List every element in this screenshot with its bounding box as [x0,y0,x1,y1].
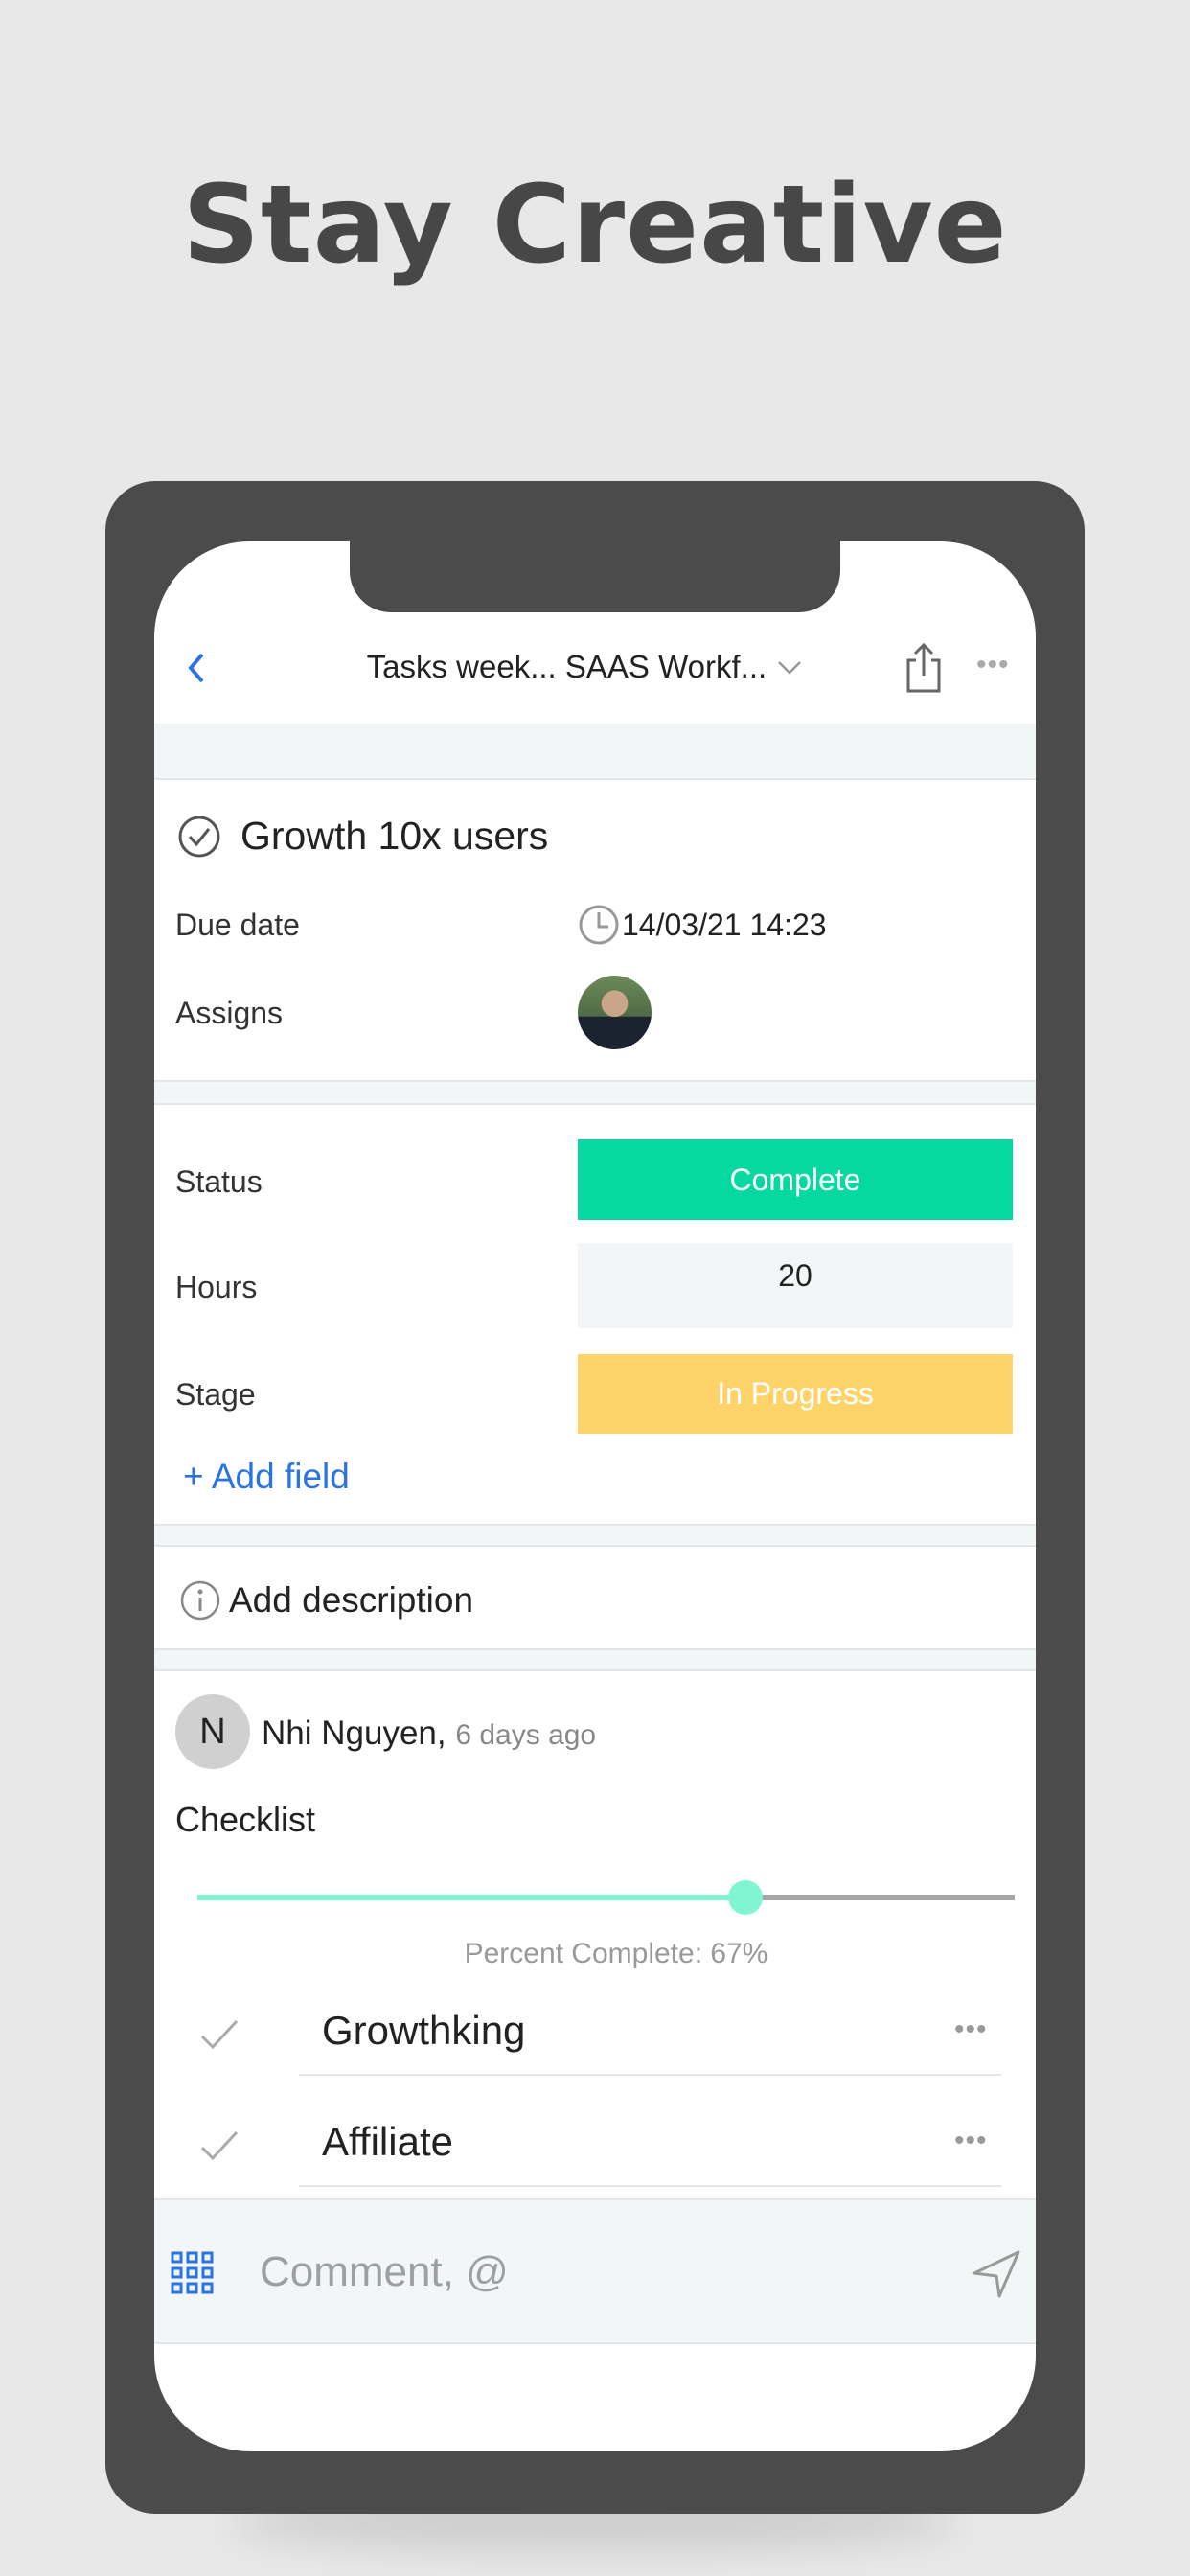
due-date-value[interactable]: 14/03/21 14:23 [622,908,827,943]
check-icon[interactable] [198,2015,240,2054]
stage-label: Stage [175,1377,256,1412]
separator [154,1648,1036,1671]
checklist-item-label: Growthking [322,2008,526,2053]
more-icon[interactable]: ••• [954,2125,988,2157]
checklist-item[interactable]: Growthking ••• [154,1989,1036,2094]
task-title[interactable]: Growth 10x users [240,814,548,859]
comment-bar [154,2198,1036,2344]
send-icon[interactable] [971,2248,1022,2300]
percent-complete-text: Percent Complete: 67% [464,1938,768,1969]
add-description-button[interactable]: Add description [229,1580,473,1621]
progress-knob[interactable] [727,1880,763,1915]
separator [154,1524,1036,1547]
status-label: Status [175,1164,263,1199]
divider [299,2074,1001,2076]
more-icon[interactable]: ••• [976,649,1010,681]
header-band [154,724,1036,780]
phone-notch [350,518,840,612]
progress-fill [197,1895,745,1900]
checklist-title: Checklist [175,1800,316,1839]
share-icon[interactable] [903,641,945,695]
comment-meta: Nhi Nguyen, 6 days ago [262,1714,596,1753]
assigns-label: Assigns [175,996,284,1030]
due-date-label: Due date [175,908,300,942]
info-icon [180,1580,220,1621]
status-value[interactable]: Complete [578,1139,1013,1220]
clock-icon [579,905,619,945]
comment-input[interactable] [260,2239,873,2306]
checklist-item-label: Affiliate [322,2119,453,2164]
check-circle-icon[interactable] [177,815,221,859]
stage-value[interactable]: In Progress [578,1354,1013,1434]
comment-time: 6 days ago [455,1719,597,1751]
author-avatar: N [175,1694,250,1769]
headline: Stay Creative [182,163,1008,288]
hours-value[interactable]: 20 [578,1243,1013,1328]
header-title: Tasks week... SAAS Workf... [366,649,767,684]
apps-grid-icon[interactable] [170,2250,216,2296]
hours-label: Hours [175,1270,258,1304]
app-screen: Tasks week... SAAS Workf... ••• Growth 1… [154,541,1036,2451]
progress-track [197,1880,1015,1915]
divider [299,2185,1001,2187]
chevron-down-icon [778,661,802,675]
separator [154,1080,1036,1105]
check-icon[interactable] [198,2127,240,2165]
author-name: Nhi Nguyen, [262,1714,446,1752]
assignee-avatar[interactable] [578,976,652,1049]
checklist-item[interactable]: Affiliate ••• [154,2100,1036,2205]
add-field-button[interactable]: + Add field [183,1457,350,1497]
back-icon[interactable] [183,649,212,687]
header-title-dropdown[interactable]: Tasks week... SAAS Workf... [288,649,882,685]
more-icon[interactable]: ••• [954,2013,988,2046]
